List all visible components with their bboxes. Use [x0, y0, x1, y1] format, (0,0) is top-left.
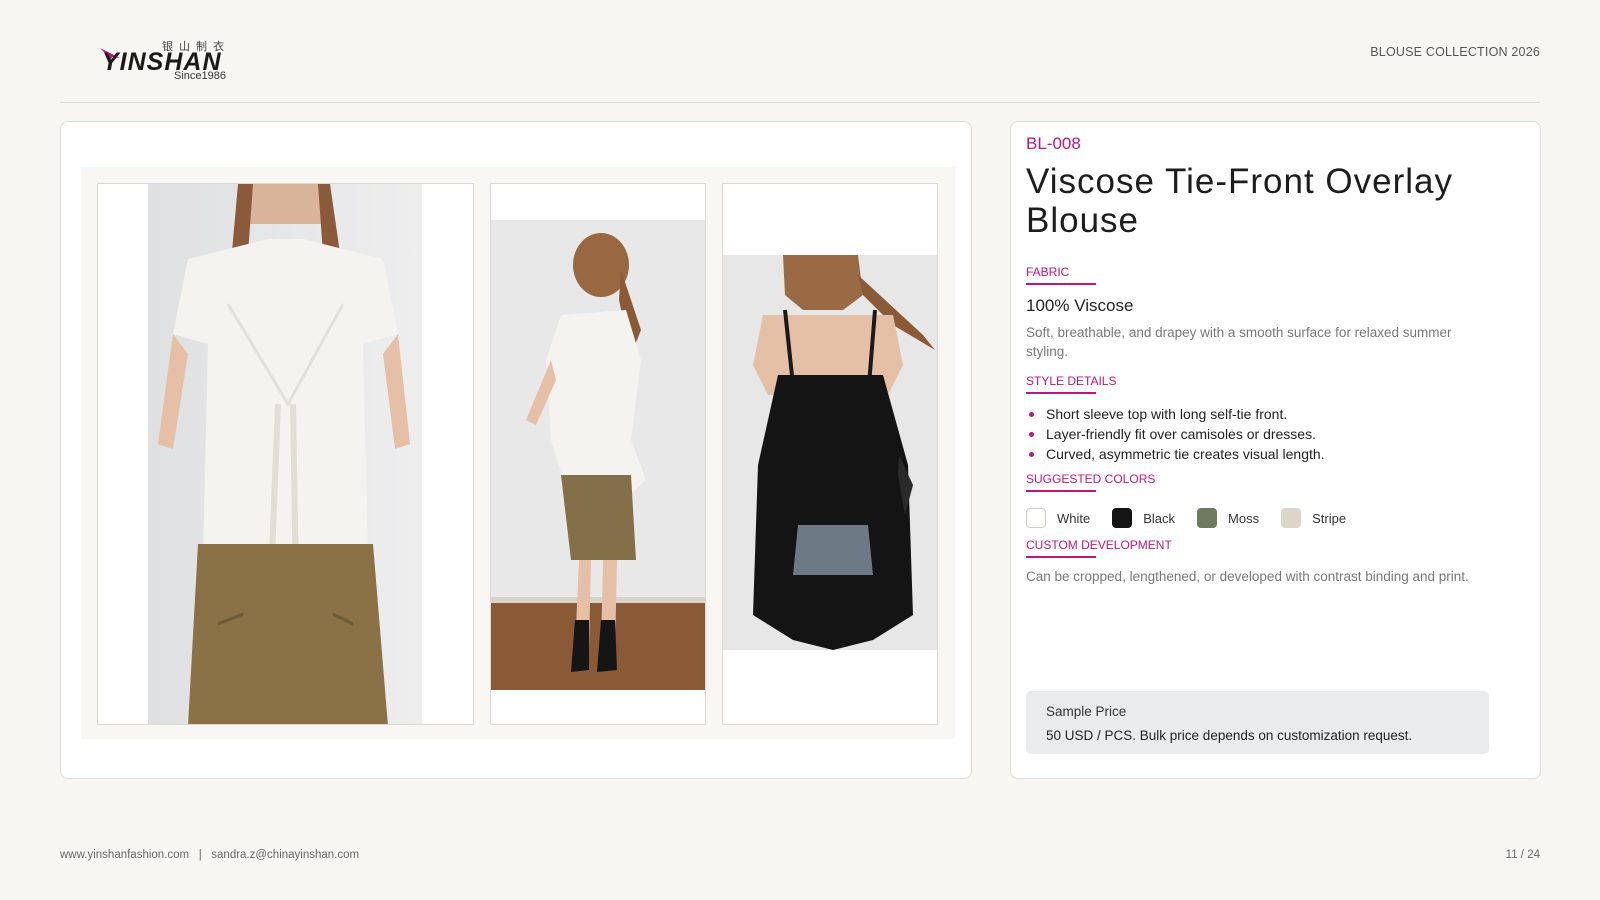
style-detail-item: Layer-friendly fit over camisoles or dre…	[1026, 424, 1325, 444]
sample-price-text: 50 USD / PCS. Bulk price depends on cust…	[1046, 728, 1413, 743]
page-number: 11 / 24	[1505, 849, 1540, 861]
header-divider	[60, 102, 1540, 103]
footer-contact[interactable]: www.yinshanfashion.com | sandra.z@chinay…	[60, 849, 359, 861]
fabric-description: Soft, breathable, and drapey with a smoo…	[1026, 325, 1452, 359]
photo-gallery-card	[60, 121, 972, 779]
color-option-stripe[interactable]: Stripe	[1281, 508, 1346, 528]
back-view-photo[interactable]	[722, 183, 938, 725]
color-swatch	[1026, 508, 1046, 528]
color-name: Stripe	[1312, 510, 1347, 526]
sample-price-title: Sample Price	[1046, 704, 1127, 719]
side-view-image	[491, 220, 705, 690]
product-code: BL-008	[1026, 134, 1081, 153]
style-detail-item: Curved, asymmetric tie creates visual le…	[1026, 444, 1325, 464]
color-option-black[interactable]: Black	[1112, 508, 1175, 528]
fabric-label: FABRIC	[1026, 265, 1097, 285]
logo-since-text: Since1986	[174, 70, 226, 82]
color-swatch	[1112, 508, 1133, 528]
brand-logo: 银山制衣 YINSHAN Since1986	[100, 36, 235, 86]
color-option-white[interactable]: White	[1026, 508, 1090, 528]
back-view-image	[723, 255, 937, 650]
custom-development-label: CUSTOM DEVELOPMENT	[1026, 538, 1172, 558]
style-details-label: STYLE DETAILS	[1026, 374, 1116, 394]
suggested-colors-label: SUGGESTED COLORS	[1026, 472, 1155, 492]
footer-contact-text: www.yinshanfashion.com | sandra.z@chinay…	[60, 849, 360, 861]
color-option-moss[interactable]: Moss	[1197, 508, 1259, 528]
style-details-list: Short sleeve top with long self-tie fron…	[1026, 404, 1325, 464]
color-name: Moss	[1228, 510, 1260, 526]
color-swatch	[1197, 508, 1218, 528]
color-name: White	[1057, 510, 1091, 526]
style-detail-item: Short sleeve top with long self-tie fron…	[1026, 404, 1325, 424]
fabric-value: 100% Viscose	[1026, 296, 1134, 315]
photo-gallery	[81, 167, 955, 739]
front-view-image	[148, 184, 422, 724]
product-details-card: BL-008 Viscose Tie-Front Overlay Blouse …	[1010, 121, 1541, 779]
color-swatches: White Black Moss Stripe	[1026, 508, 1368, 528]
product-title: Viscose Tie-Front Overlay Blouse	[1026, 162, 1453, 240]
color-swatch	[1281, 508, 1302, 528]
color-name: Black	[1143, 510, 1176, 526]
front-view-photo[interactable]	[97, 183, 474, 725]
custom-development-description: Can be cropped, lengthened, or developed…	[1026, 569, 1469, 584]
sample-price-box: Sample Price 50 USD / PCS. Bulk price de…	[1026, 691, 1489, 754]
collection-title: BLOUSE COLLECTION 2026	[1370, 45, 1540, 59]
side-view-photo[interactable]	[490, 183, 706, 725]
